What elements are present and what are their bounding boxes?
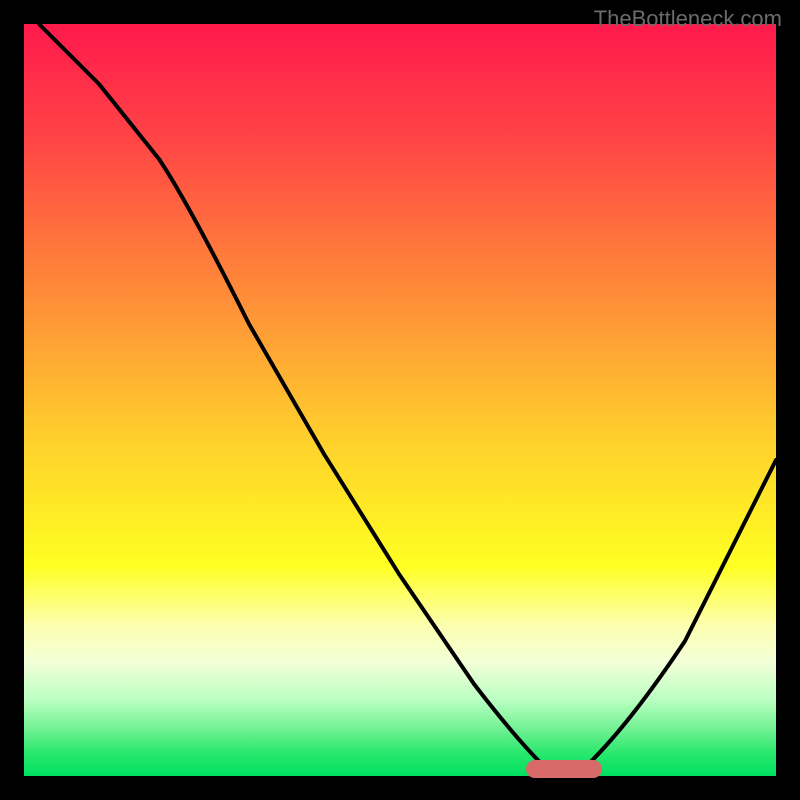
chart-background-gradient <box>24 24 776 776</box>
watermark-text: TheBottleneck.com <box>594 6 782 32</box>
optimal-range-marker <box>526 760 602 778</box>
chart-plot-area <box>24 24 776 776</box>
